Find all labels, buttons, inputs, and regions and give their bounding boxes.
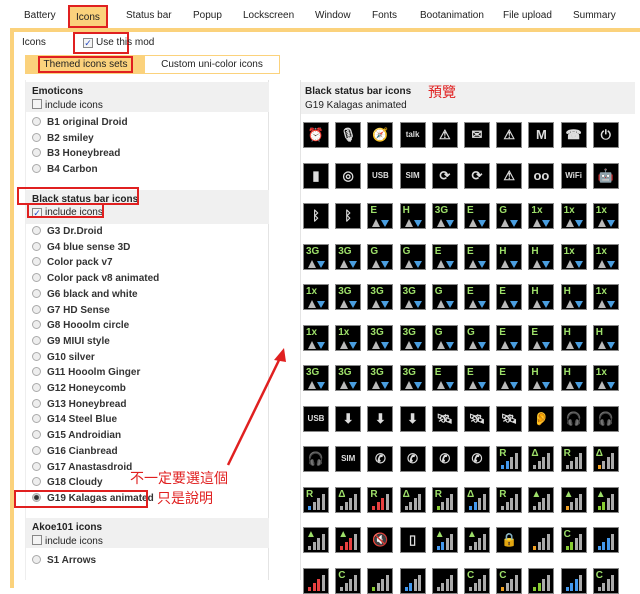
status-icon: C — [464, 567, 490, 594]
signal-bars-icon — [372, 574, 390, 591]
signal-bars-icon — [565, 574, 584, 591]
signal-bars-icon — [436, 574, 455, 591]
status-icon: C — [592, 567, 619, 594]
status-icon — [303, 567, 329, 594]
status-icon — [367, 567, 394, 594]
signal-bars-icon — [597, 574, 616, 591]
signal-bars-icon — [533, 574, 551, 591]
status-icon: C — [496, 567, 523, 594]
status-icon — [431, 567, 458, 594]
status-icon: C — [335, 567, 362, 594]
signal-bars-icon — [308, 574, 326, 591]
status-icon — [560, 567, 587, 594]
selected-option-highlight — [14, 490, 148, 508]
signal-bars-icon — [469, 574, 487, 591]
signal-bars-icon — [340, 574, 358, 591]
signal-bars-icon — [501, 574, 519, 591]
status-icon — [399, 567, 426, 594]
include-icons-highlight — [27, 203, 104, 218]
signal-bars-icon — [404, 574, 423, 591]
status-icon — [528, 567, 555, 594]
annotation-arrow — [226, 348, 286, 466]
